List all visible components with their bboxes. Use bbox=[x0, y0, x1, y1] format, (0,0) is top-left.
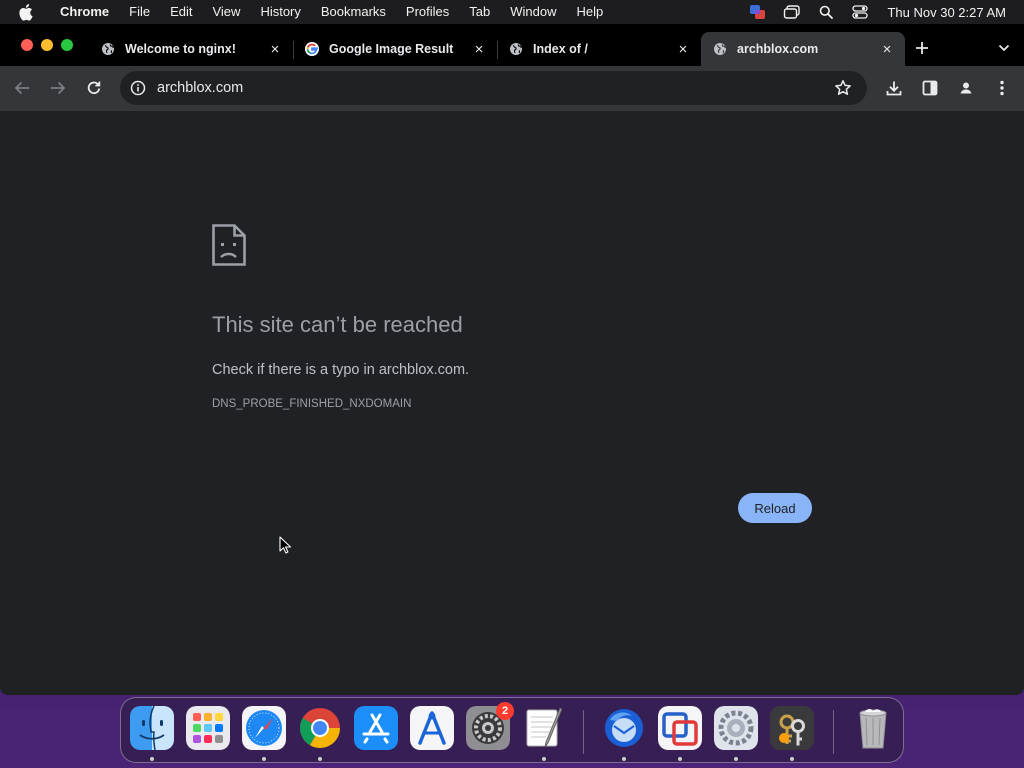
reload-toolbar-button[interactable] bbox=[82, 76, 106, 100]
chrome-running-indicator bbox=[318, 757, 322, 761]
tab-title: Welcome to nginx! bbox=[125, 42, 236, 56]
url-text[interactable]: archblox.com bbox=[157, 80, 833, 96]
globe-icon bbox=[101, 42, 115, 56]
textedit-running-indicator bbox=[542, 757, 546, 761]
dock-separator bbox=[833, 710, 834, 754]
tab-google-image-result[interactable]: Google Image Result × bbox=[293, 32, 497, 66]
parallels-icon[interactable] bbox=[658, 706, 702, 750]
launchpad-icon[interactable] bbox=[186, 706, 230, 750]
system-preferences-icon[interactable] bbox=[714, 706, 758, 750]
dock: 2 bbox=[120, 697, 904, 763]
tab-search-chevron-icon[interactable] bbox=[994, 36, 1014, 60]
menu-help[interactable]: Help bbox=[567, 0, 614, 24]
browser-toolbar: archblox.com bbox=[0, 66, 1024, 112]
globe-icon bbox=[713, 42, 727, 56]
tab-archblox[interactable]: archblox.com × bbox=[701, 32, 905, 66]
address-bar[interactable]: archblox.com bbox=[120, 71, 867, 105]
safari-icon[interactable] bbox=[242, 706, 286, 750]
keychain-access-icon[interactable] bbox=[770, 706, 814, 750]
system-preferences-running-indicator bbox=[734, 757, 738, 761]
menu-window[interactable]: Window bbox=[500, 0, 566, 24]
tab-title: Index of / bbox=[533, 42, 588, 56]
menu-bookmarks[interactable]: Bookmarks bbox=[311, 0, 396, 24]
error-code: DNS_PROBE_FINISHED_NXDOMAIN bbox=[212, 398, 412, 410]
close-window-button[interactable] bbox=[21, 39, 33, 51]
tab-close-button[interactable]: × bbox=[265, 39, 285, 59]
profile-avatar-icon[interactable] bbox=[954, 76, 978, 100]
menu-history[interactable]: History bbox=[250, 0, 310, 24]
menu-profiles[interactable]: Profiles bbox=[396, 0, 459, 24]
more-menu-icon[interactable] bbox=[990, 76, 1014, 100]
instruments-icon[interactable] bbox=[410, 706, 454, 750]
menu-file[interactable]: File bbox=[119, 0, 160, 24]
site-info-icon[interactable] bbox=[130, 80, 146, 96]
textedit-icon[interactable] bbox=[522, 706, 566, 750]
globe-icon bbox=[509, 42, 523, 56]
error-heading: This site can’t be reached bbox=[212, 312, 463, 337]
window-stack-icon[interactable] bbox=[775, 0, 809, 24]
sad-page-icon bbox=[212, 224, 246, 266]
mouse-pointer-icon bbox=[279, 536, 292, 554]
new-tab-button[interactable] bbox=[910, 36, 934, 60]
safari-running-indicator bbox=[262, 757, 266, 761]
trash-icon[interactable] bbox=[851, 706, 895, 750]
thunderbird-running-indicator bbox=[622, 757, 626, 761]
tab-close-button[interactable]: × bbox=[673, 39, 693, 59]
parallels-running-indicator bbox=[678, 757, 682, 761]
back-button[interactable] bbox=[10, 76, 34, 100]
spotlight-search-icon[interactable] bbox=[809, 0, 843, 24]
menu-tab[interactable]: Tab bbox=[459, 0, 500, 24]
menu-app-name[interactable]: Chrome bbox=[50, 0, 119, 24]
tab-close-button[interactable]: × bbox=[469, 39, 489, 59]
finder-running-indicator bbox=[150, 757, 154, 761]
apple-menu-icon[interactable] bbox=[18, 3, 36, 21]
thunderbird-icon[interactable] bbox=[602, 706, 646, 750]
minimize-window-button[interactable] bbox=[41, 39, 53, 51]
zoom-window-button[interactable] bbox=[61, 39, 73, 51]
tab-index-of[interactable]: Index of / × bbox=[497, 32, 701, 66]
notification-badge: 2 bbox=[496, 702, 514, 720]
error-message: Check if there is a typo in archblox.com… bbox=[212, 362, 470, 378]
page-content: This site can’t be reached Check if ther… bbox=[0, 112, 1024, 695]
forward-button[interactable] bbox=[46, 76, 70, 100]
keychain-access-running-indicator bbox=[790, 757, 794, 761]
browser-window: Welcome to nginx! × Google Image Result … bbox=[0, 24, 1024, 695]
tab-strip: Welcome to nginx! × Google Image Result … bbox=[0, 24, 1024, 66]
app-store-icon[interactable] bbox=[354, 706, 398, 750]
finder-icon[interactable] bbox=[130, 706, 174, 750]
dock-separator bbox=[583, 710, 584, 754]
control-center-icon[interactable] bbox=[843, 0, 877, 24]
menu-edit[interactable]: Edit bbox=[160, 0, 202, 24]
bookmark-star-icon[interactable] bbox=[833, 78, 853, 98]
tab-welcome-to-nginx[interactable]: Welcome to nginx! × bbox=[89, 32, 293, 66]
tab-title: Google Image Result bbox=[329, 42, 454, 56]
menubar-clock[interactable]: Thu Nov 30 2:27 AM bbox=[877, 5, 1024, 20]
chrome-icon[interactable] bbox=[298, 706, 342, 750]
tab-close-button[interactable]: × bbox=[877, 39, 897, 59]
screen-sharing-icon[interactable] bbox=[741, 0, 775, 24]
google-icon bbox=[305, 42, 319, 56]
tab-title: archblox.com bbox=[737, 42, 819, 56]
menu-bar: Chrome File Edit View History Bookmarks … bbox=[0, 0, 1024, 24]
reload-button[interactable]: Reload bbox=[738, 493, 812, 523]
side-panel-icon[interactable] bbox=[918, 76, 942, 100]
download-icon[interactable] bbox=[882, 76, 906, 100]
menu-view[interactable]: View bbox=[202, 0, 250, 24]
